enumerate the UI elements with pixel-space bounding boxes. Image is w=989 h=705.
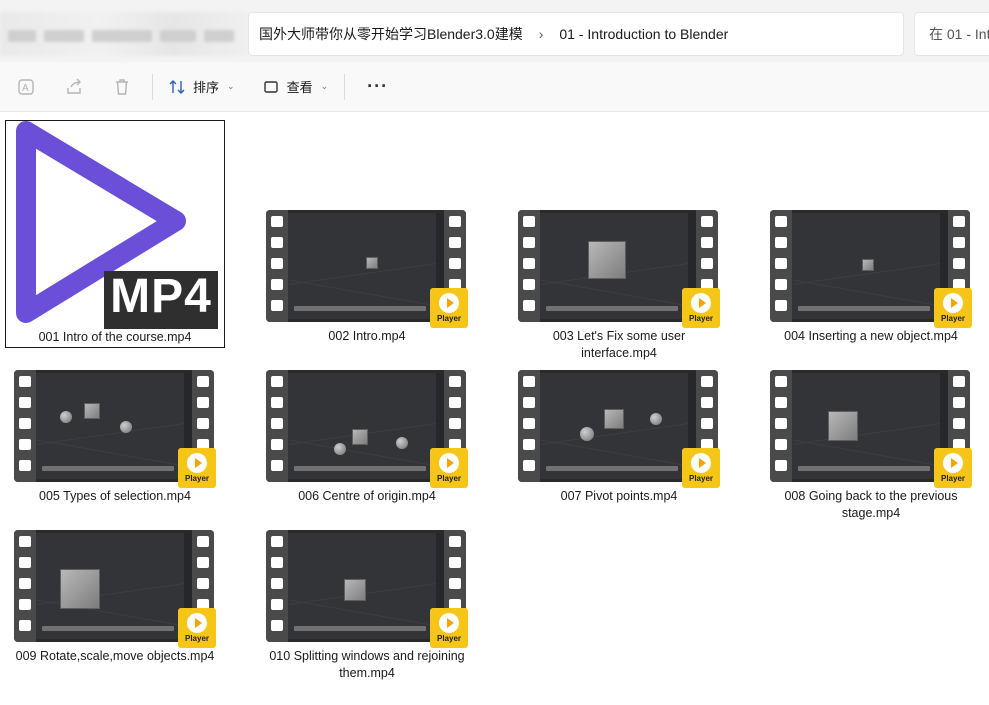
file-item[interactable]: Player 008 Going back to the previous sta… bbox=[761, 370, 981, 530]
file-name: 002 Intro.mp4 bbox=[328, 329, 406, 343]
file-name: 009 Rotate,scale,move objects.mp4 bbox=[15, 649, 215, 663]
file-name: 001 Intro of the course.mp4 bbox=[38, 330, 192, 344]
blurred-breadcrumb-prefix bbox=[0, 12, 248, 56]
chevron-down-icon: ⌄ bbox=[320, 81, 329, 91]
file-name: 007 Pivot points.mp4 bbox=[560, 489, 678, 503]
breadcrumb[interactable]: 国外大师带你从零开始学习Blender3.0建模 › 01 - Introduc… bbox=[248, 12, 904, 56]
player-badge-label: Player bbox=[436, 634, 462, 643]
player-badge-label: Player bbox=[184, 634, 210, 643]
player-badge-label: Player bbox=[184, 474, 210, 483]
sort-icon bbox=[169, 79, 185, 94]
file-item[interactable]: Player 010 Splitting windows and rejoinin… bbox=[257, 530, 477, 690]
file-item[interactable]: Player 006 Centre of origin.mp4 bbox=[257, 370, 477, 530]
file-name: 008 Going back to the previous stage.mp4 bbox=[784, 489, 958, 520]
play-icon bbox=[439, 453, 459, 473]
player-badge: Player bbox=[934, 288, 972, 328]
svg-text:A: A bbox=[22, 83, 29, 94]
file-name: 005 Types of selection.mp4 bbox=[39, 489, 191, 503]
toolbar-divider bbox=[152, 73, 153, 100]
player-badge-label: Player bbox=[940, 474, 966, 483]
player-badge-label: Player bbox=[436, 314, 462, 323]
player-badge: Player bbox=[430, 608, 468, 648]
play-icon bbox=[439, 293, 459, 313]
play-icon bbox=[943, 293, 963, 313]
file-name: 003 Let's Fix some user interface.mp4 bbox=[552, 329, 686, 360]
file-item[interactable]: MP4 001 Intro of the course.mp4 bbox=[5, 120, 225, 348]
rename-icon[interactable]: A bbox=[2, 69, 50, 105]
file-name: 006 Centre of origin.mp4 bbox=[298, 489, 436, 503]
player-badge: Player bbox=[934, 448, 972, 488]
view-label: 查看 bbox=[286, 80, 313, 95]
view-icon bbox=[263, 80, 278, 93]
file-item[interactable]: Player 003 Let's Fix some user interface.… bbox=[509, 120, 729, 360]
play-icon bbox=[691, 293, 711, 313]
view-button[interactable]: 查看 ⌄ bbox=[253, 69, 339, 105]
file-name: 010 Splitting windows and rejoining them… bbox=[269, 649, 465, 680]
player-badge: Player bbox=[430, 288, 468, 328]
sort-button[interactable]: 排序 ⌄ bbox=[159, 69, 245, 105]
command-bar: A 排序 ⌄ 查看 ⌄ ··· bbox=[0, 62, 989, 112]
delete-icon[interactable] bbox=[98, 69, 146, 105]
player-badge-label: Player bbox=[688, 314, 714, 323]
search-input[interactable]: 在 01 - Int bbox=[914, 12, 989, 56]
player-badge: Player bbox=[178, 448, 216, 488]
share-icon[interactable] bbox=[50, 69, 98, 105]
player-badge-label: Player bbox=[940, 314, 966, 323]
chevron-down-icon: ⌄ bbox=[227, 81, 235, 91]
address-bar: 国外大师带你从零开始学习Blender3.0建模 › 01 - Introduc… bbox=[0, 0, 989, 62]
file-item[interactable]: Player 005 Types of selection.mp4 bbox=[5, 370, 225, 530]
sort-label: 排序 bbox=[193, 80, 220, 95]
toolbar-divider bbox=[344, 73, 346, 100]
player-badge-label: Player bbox=[688, 474, 714, 483]
player-badge: Player bbox=[682, 448, 720, 488]
player-badge-label: Player bbox=[436, 474, 462, 483]
play-icon bbox=[439, 613, 459, 633]
play-icon bbox=[943, 453, 963, 473]
player-badge: Player bbox=[682, 288, 720, 328]
chevron-right-icon[interactable]: › bbox=[539, 26, 544, 42]
file-name: 004 Inserting a new object.mp4 bbox=[784, 329, 958, 343]
file-item[interactable]: Player 002 Intro.mp4 bbox=[257, 120, 477, 348]
mp4-icon-text: MP4 bbox=[110, 270, 212, 323]
file-item[interactable]: Player 009 Rotate,scale,move objects.mp4 bbox=[5, 530, 225, 690]
player-badge: Player bbox=[178, 608, 216, 648]
player-badge: Player bbox=[430, 448, 468, 488]
breadcrumb-subfolder[interactable]: 01 - Introduction to Blender bbox=[559, 26, 728, 42]
play-icon bbox=[187, 613, 207, 633]
file-item[interactable]: Player 004 Inserting a new object.mp4 bbox=[761, 120, 981, 348]
play-icon bbox=[187, 453, 207, 473]
play-icon bbox=[691, 453, 711, 473]
more-options-button[interactable]: ··· bbox=[351, 76, 404, 97]
breadcrumb-folder[interactable]: 国外大师带你从零开始学习Blender3.0建模 bbox=[259, 24, 523, 44]
file-item[interactable]: Player 007 Pivot points.mp4 bbox=[509, 370, 729, 530]
